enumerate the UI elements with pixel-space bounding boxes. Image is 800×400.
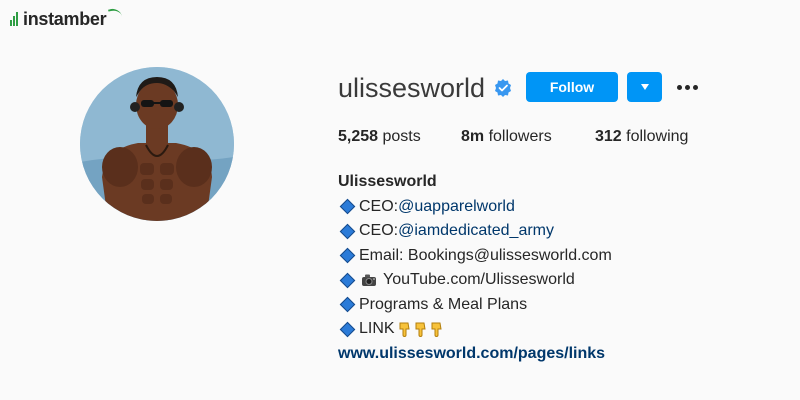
followers-label: followers: [488, 128, 552, 145]
profile-avatar[interactable]: [80, 67, 234, 221]
stat-followers[interactable]: 8m followers: [461, 128, 595, 146]
following-label: following: [626, 128, 689, 145]
pointing-down-icon: [431, 322, 442, 337]
username: ulissesworld: [338, 72, 486, 103]
bio-line-programs: Programs & Meal Plans: [338, 293, 778, 318]
bio-line-ceo-2: CEO: @iamdedicated_army: [338, 219, 778, 244]
follow-button[interactable]: Follow: [526, 72, 618, 102]
bio-display-name: Ulissesworld: [338, 173, 437, 190]
diamond-icon: [339, 272, 356, 289]
bio-youtube: YouTube.com/Ulissesworld: [383, 271, 575, 288]
watermark-bars-icon: [10, 12, 18, 26]
caret-down-icon: [640, 84, 649, 90]
diamond-icon: [339, 321, 356, 338]
camera-icon: [362, 274, 376, 287]
following-count: 312: [595, 128, 622, 145]
stat-following[interactable]: 312 following: [595, 128, 688, 146]
stat-posts[interactable]: 5,258 posts: [338, 128, 461, 146]
watermark: instamber: [10, 6, 123, 30]
mention-link-uapparelworld[interactable]: @uapparelworld: [398, 195, 515, 220]
mention-link-iamdedicated-army[interactable]: @iamdedicated_army: [398, 219, 554, 244]
bio-website-link[interactable]: www.ulissesworld.com/pages/links: [338, 342, 778, 367]
pointing-down-icon: [399, 322, 410, 337]
diamond-icon: [339, 198, 356, 215]
bio-ceo-prefix: CEO:: [359, 222, 399, 239]
posts-count: 5,258: [338, 128, 379, 145]
bio-ceo-prefix: CEO:: [359, 197, 399, 215]
bio-link-label: LINK: [359, 320, 395, 337]
watermark-text: instamber: [23, 8, 107, 29]
suggestions-dropdown-button[interactable]: [627, 72, 662, 102]
bio-programs: Programs & Meal Plans: [359, 295, 528, 313]
bio-line-ceo-1: CEO: @uapparelworld: [338, 195, 778, 220]
watermark-leaf-icon: [108, 6, 123, 20]
verified-badge-icon: [495, 79, 512, 97]
bio-line-youtube: YouTube.com/Ulissesworld: [338, 268, 778, 293]
bio-line-email: Email: Bookings@ulissesworld.com: [338, 244, 778, 269]
bio-line-link: LINK: [338, 317, 778, 342]
bio-email: Email: Bookings@ulissesworld.com: [359, 246, 612, 264]
avatar-photo: [80, 67, 234, 221]
diamond-icon: [339, 223, 356, 240]
more-options-icon[interactable]: [675, 79, 699, 95]
followers-count: 8m: [461, 128, 485, 145]
profile-header: ulissesworld: [338, 72, 513, 104]
posts-label: posts: [382, 128, 421, 145]
diamond-icon: [339, 247, 356, 264]
pointing-down-icon: [415, 322, 426, 337]
profile-bio: Ulissesworld CEO: @uapparelworld CEO: @i…: [338, 170, 778, 366]
profile-stats: 5,258 posts 8m followers 312 following: [338, 128, 688, 146]
diamond-icon: [339, 296, 356, 313]
